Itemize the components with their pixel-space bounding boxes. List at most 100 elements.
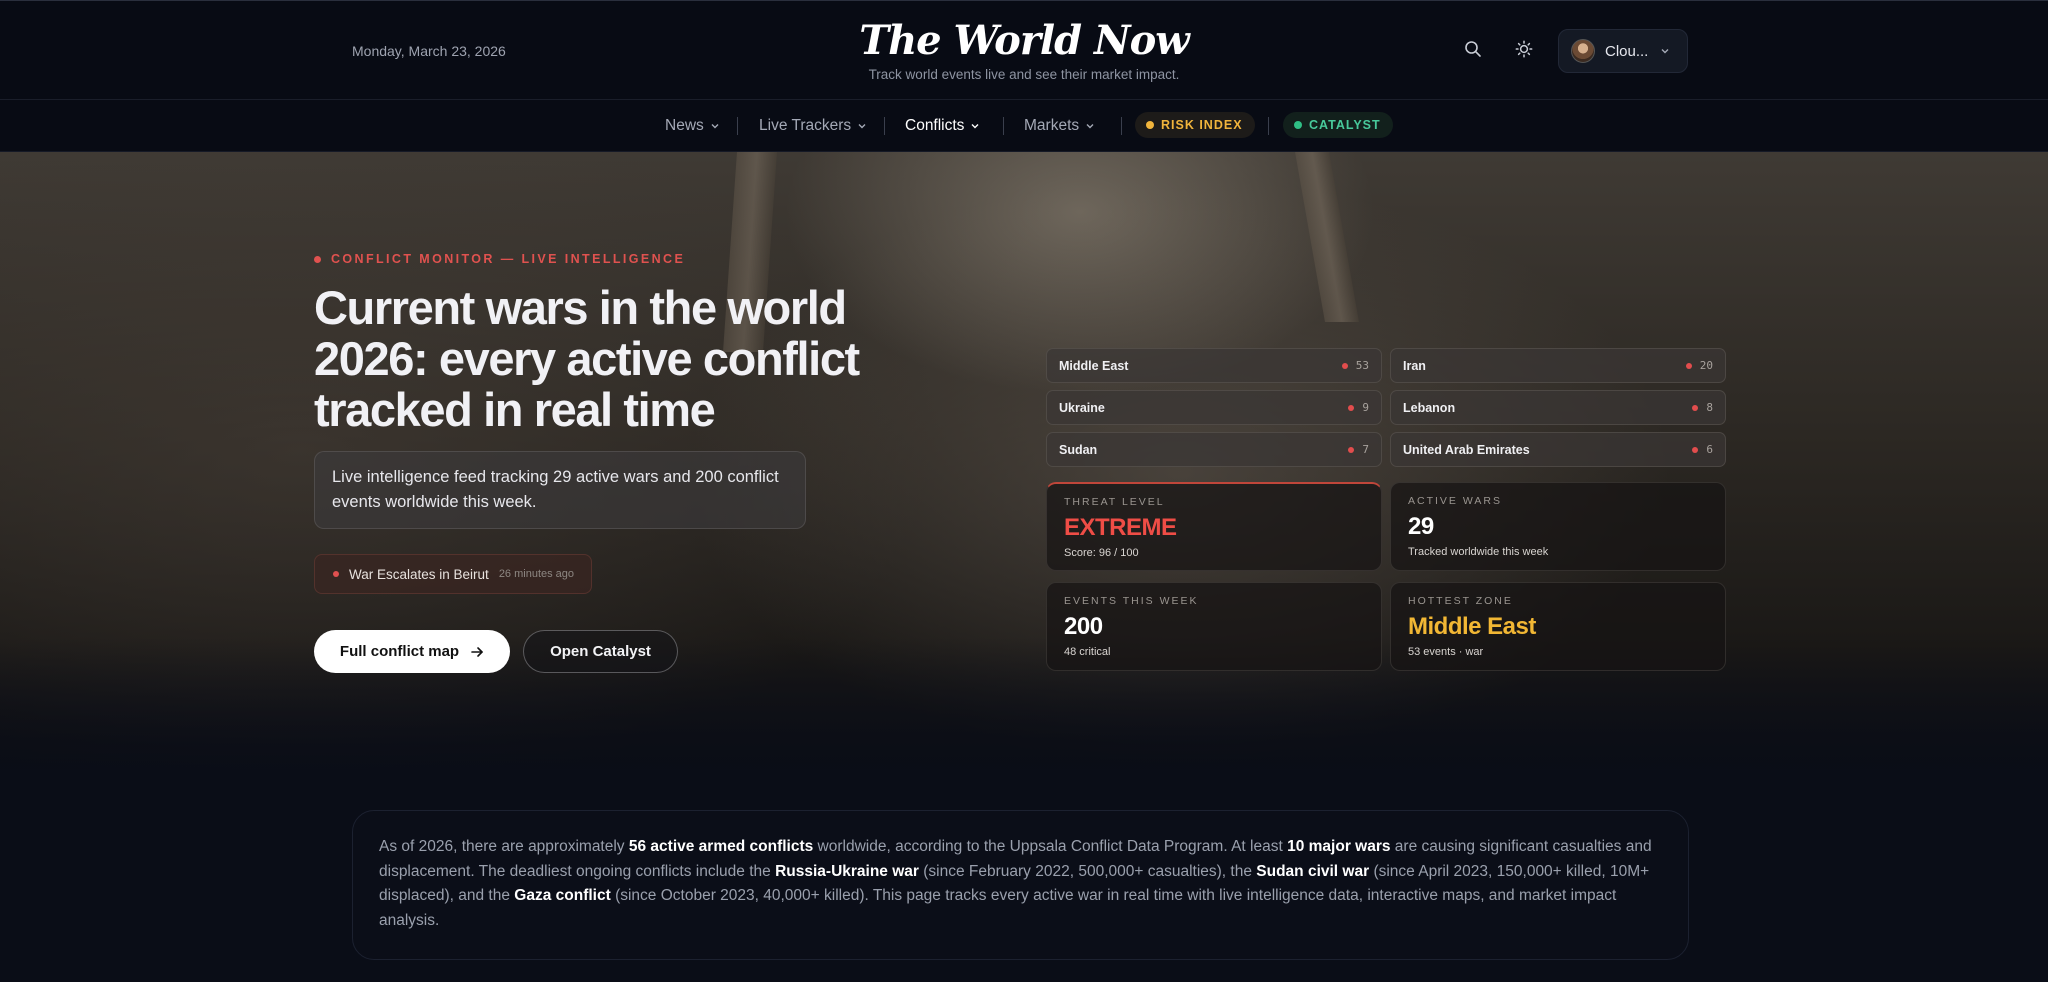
breaking-news-chip[interactable]: War Escalates in Beirut 26 minutes ago — [314, 554, 593, 594]
summary-highlight: 10 major wars — [1287, 838, 1391, 855]
severity-dot — [1692, 404, 1699, 411]
nav-divider — [884, 117, 885, 135]
theme-toggle-button[interactable] — [1512, 37, 1536, 61]
arrow-right-icon — [471, 646, 483, 657]
stat-value: 29 — [1408, 513, 1434, 540]
conflict-summary: As of 2026, there are approximately 56 a… — [352, 810, 1689, 960]
summary-highlight: Russia-Ukraine war — [775, 862, 919, 880]
summary-text: As of 2026, there are approximately — [379, 838, 629, 855]
nav-divider — [1268, 117, 1269, 135]
region-count: 9 — [1362, 401, 1369, 414]
region-item-iran[interactable]: Iran 20 — [1390, 348, 1726, 383]
stat-sub: Score: 96 / 100 — [1064, 547, 1139, 559]
chevron-down-icon — [1661, 49, 1669, 54]
nav-news-label: News — [665, 117, 704, 134]
nav-live-trackers-label: Live Trackers — [759, 117, 852, 134]
nav-divider — [737, 117, 738, 135]
nav-markets[interactable]: Markets — [1024, 117, 1095, 135]
stat-sub: 48 critical — [1064, 646, 1111, 658]
region-count: 6 — [1706, 443, 1713, 456]
summary-highlight: 56 active armed conflicts — [628, 838, 814, 855]
hero-intro: Live intelligence feed tracking 29 activ… — [314, 451, 806, 529]
hero-section: CONFLICT MONITOR — LIVE INTELLIGENCE Cur… — [0, 152, 2048, 777]
region-item-lebanon[interactable]: Lebanon 8 — [1390, 390, 1726, 425]
summary-text: worldwide, according to the Uppsala Conf… — [813, 838, 1288, 855]
stat-sub: Tracked worldwide this week — [1408, 546, 1549, 558]
site-tagline: Track world events live and see their ma… — [868, 67, 1180, 82]
stat-label: EVENTS THIS WEEK — [1064, 595, 1199, 607]
live-dot — [314, 255, 321, 263]
severity-dot — [1341, 362, 1348, 369]
region-name: Middle East — [1059, 358, 1129, 373]
full-conflict-map-button[interactable]: Full conflict map — [314, 630, 510, 673]
stat-label: HOTTEST ZONE — [1408, 595, 1513, 607]
summary-highlight: Sudan civil war — [1256, 862, 1370, 880]
sun-icon — [1515, 40, 1533, 58]
nav-news[interactable]: News — [665, 117, 720, 135]
user-name: Clou... — [1605, 42, 1649, 60]
search-button[interactable] — [1461, 37, 1485, 61]
section-eyebrow: CONFLICT MONITOR — LIVE INTELLIGENCE — [314, 252, 685, 266]
chevron-down-icon — [971, 124, 979, 129]
summary-highlight: Gaza conflict — [514, 887, 611, 904]
region-count: 20 — [1699, 359, 1713, 372]
summary-text: (since February 2022, 500,000+ casualtie… — [918, 862, 1257, 880]
region-item-sudan[interactable]: Sudan 7 — [1046, 432, 1382, 467]
threat-level-card: THREAT LEVEL EXTREME Score: 96 / 100 — [1046, 482, 1382, 571]
stat-value: EXTREME — [1064, 514, 1177, 541]
stat-value: 200 — [1064, 613, 1103, 640]
page-title: Current wars in the world 2026: every ac… — [314, 281, 860, 436]
nav-divider — [1121, 117, 1122, 135]
severity-dot — [1348, 446, 1355, 453]
catalyst-label: CATALYST — [1309, 118, 1381, 132]
stat-sub: 53 events · war — [1408, 646, 1484, 658]
nav-markets-label: Markets — [1024, 117, 1080, 134]
region-count: 7 — [1362, 443, 1369, 456]
open-catalyst-label: Open Catalyst — [550, 643, 651, 660]
alert-dot — [333, 571, 339, 577]
stat-label: THREAT LEVEL — [1064, 496, 1165, 508]
catalyst-pill[interactable]: CATALYST — [1283, 112, 1393, 138]
open-catalyst-button[interactable]: Open Catalyst — [523, 630, 678, 673]
severity-dot — [1685, 362, 1692, 369]
region-name: Sudan — [1059, 442, 1098, 457]
avatar — [1571, 39, 1595, 63]
status-dot — [1146, 121, 1154, 129]
chevron-down-icon — [1086, 124, 1094, 129]
breaking-title: War Escalates in Beirut — [349, 566, 489, 582]
severity-dot — [1692, 446, 1699, 453]
region-name: Lebanon — [1403, 400, 1456, 415]
nav-conflicts-label: Conflicts — [905, 117, 965, 134]
site-logo[interactable]: The World Now — [0, 17, 2048, 64]
eyebrow-text: CONFLICT MONITOR — LIVE INTELLIGENCE — [331, 252, 686, 266]
region-name: Ukraine — [1059, 400, 1105, 415]
active-wars-card: ACTIVE WARS 29 Tracked worldwide this we… — [1390, 482, 1726, 571]
severity-dot — [1348, 404, 1355, 411]
risk-index-label: RISK INDEX — [1161, 118, 1243, 132]
nav-live-trackers[interactable]: Live Trackers — [759, 117, 867, 135]
events-this-week-card: EVENTS THIS WEEK 200 48 critical — [1046, 582, 1382, 671]
region-item-middle-east[interactable]: Middle East 53 — [1046, 348, 1382, 383]
nav-divider — [1003, 117, 1004, 135]
region-count: 53 — [1355, 359, 1369, 372]
background-image — [1295, 152, 1359, 322]
full-conflict-map-label: Full conflict map — [339, 643, 460, 660]
top-header: Monday, March 23, 2026 The World Now Tra… — [0, 0, 2048, 100]
region-item-uae[interactable]: United Arab Emirates 6 — [1390, 432, 1726, 467]
user-menu-button[interactable]: Clou... — [1558, 29, 1688, 73]
breaking-time: 26 minutes ago — [498, 568, 575, 580]
region-name: Iran — [1403, 358, 1426, 373]
stat-value: Middle East — [1408, 613, 1536, 640]
region-count: 8 — [1706, 401, 1713, 414]
hottest-zone-card: HOTTEST ZONE Middle East 53 events · war — [1390, 582, 1726, 671]
search-icon — [1465, 41, 1481, 57]
risk-index-pill[interactable]: RISK INDEX — [1135, 112, 1255, 138]
chevron-down-icon — [711, 124, 719, 129]
region-name: United Arab Emirates — [1403, 442, 1530, 457]
stat-label: ACTIVE WARS — [1408, 495, 1502, 507]
region-item-ukraine[interactable]: Ukraine 9 — [1046, 390, 1382, 425]
main-nav: News Live Trackers Conflicts Markets RIS… — [0, 100, 2048, 152]
status-dot — [1294, 121, 1302, 129]
chevron-down-icon — [858, 124, 866, 129]
nav-conflicts[interactable]: Conflicts — [905, 117, 980, 135]
